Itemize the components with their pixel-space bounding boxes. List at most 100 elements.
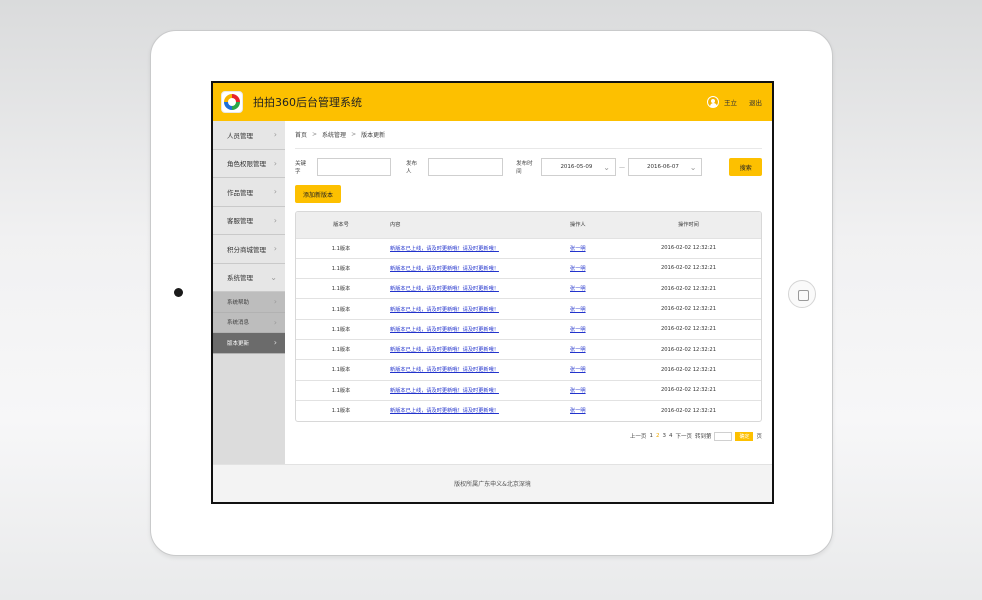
cell-version: 1.1版本 xyxy=(331,326,351,333)
content-link[interactable]: 新版本已上线，请及时更新哦！请及时更新哦！ xyxy=(390,307,499,313)
filter-bar: 关键字 发布人 发布时间 2016-05-09 ⌄ — 2016-06-07 ⌄… xyxy=(295,158,762,176)
page-link-3[interactable]: 3 xyxy=(662,433,666,439)
content-link[interactable]: 新版本已上线，请及时更新哦！请及时更新哦！ xyxy=(390,266,499,272)
copyright-text: 版权所属广东申义&北京深境 xyxy=(454,481,531,488)
table-row: 1.1版本 新版本已上线，请及时更新哦！请及时更新哦！ 张一明 2016-02-… xyxy=(296,319,761,339)
cell-version: 1.1版本 xyxy=(331,408,351,415)
operator-link[interactable]: 张一明 xyxy=(570,246,586,252)
sidebar-item-roles[interactable]: 角色权限管理 › xyxy=(213,149,285,178)
add-version-button[interactable]: 添加新版本 xyxy=(295,185,341,203)
publisher-input[interactable] xyxy=(428,158,504,176)
content-link[interactable]: 新版本已上线，请及时更新哦！请及时更新哦！ xyxy=(390,388,499,394)
top-bar: 拍拍360后台管理系统 王立 退出 xyxy=(213,83,772,121)
chevron-right-icon: › xyxy=(273,297,277,307)
publish-date-label: 发布时间 xyxy=(516,161,533,175)
goto-confirm-button[interactable]: 确定 xyxy=(735,431,754,441)
table-row: 1.1版本 新版本已上线，请及时更新哦！请及时更新哦！ 张一明 2016-02-… xyxy=(296,339,761,359)
next-page-link[interactable]: 下一页 xyxy=(675,432,692,440)
date-from-value: 2016-05-09 xyxy=(560,164,593,170)
content-link[interactable]: 新版本已上线，请及时更新哦！请及时更新哦！ xyxy=(390,367,499,373)
cell-version: 1.1版本 xyxy=(331,265,351,272)
user-avatar-icon[interactable] xyxy=(707,96,719,108)
tablet-home-button[interactable] xyxy=(788,280,816,308)
page-link-4[interactable]: 4 xyxy=(669,433,673,439)
cell-time: 2016-02-02 12:32:21 xyxy=(660,346,717,353)
cell-time: 2016-02-02 12:32:21 xyxy=(660,265,717,272)
column-header-content: 内容 xyxy=(390,222,401,229)
content-link[interactable]: 新版本已上线，请及时更新哦！请及时更新哦！ xyxy=(390,327,499,333)
sidebar-subitem-messages[interactable]: 系统消息 › xyxy=(213,312,285,333)
prev-page-link[interactable]: 上一页 xyxy=(630,432,647,440)
cell-time: 2016-02-02 12:32:21 xyxy=(660,366,717,373)
cell-time: 2016-02-02 12:32:21 xyxy=(660,245,717,252)
breadcrumb-separator: > xyxy=(312,131,318,138)
operator-link[interactable]: 张一明 xyxy=(570,388,586,394)
chevron-right-icon: › xyxy=(273,130,277,140)
breadcrumb: 首页 > 系统管理 > 版本更新 xyxy=(295,121,762,149)
main-content: 首页 > 系统管理 > 版本更新 关键字 发布人 发布时间 2016-05-09… xyxy=(285,121,772,466)
chevron-down-icon: ⌄ xyxy=(689,162,697,172)
operator-link[interactable]: 张一明 xyxy=(570,307,586,313)
column-header-version: 版本号 xyxy=(333,222,349,229)
operator-link[interactable]: 张一明 xyxy=(570,347,586,353)
sidebar-subitem-help[interactable]: 系统帮助 › xyxy=(213,292,285,313)
chevron-right-icon: › xyxy=(273,187,277,197)
operator-link[interactable]: 张一明 xyxy=(570,367,586,373)
sidebar-item-label: 客服管理 xyxy=(227,217,253,226)
breadcrumb-system[interactable]: 系统管理 xyxy=(322,130,346,139)
table-row: 1.1版本 新版本已上线，请及时更新哦！请及时更新哦！ 张一明 2016-02-… xyxy=(296,359,761,380)
operator-link[interactable]: 张一明 xyxy=(570,327,586,333)
sidebar-subitem-version-update[interactable]: 版本更新 › xyxy=(213,333,285,354)
version-table: 版本号 内容 操作人 操作时间 1.1版本 新版本已上线，请及时更新哦！请及时更… xyxy=(295,211,762,422)
cell-version: 1.1版本 xyxy=(331,367,351,374)
sidebar-item-label: 作品管理 xyxy=(227,188,253,197)
sidebar-item-customer-service[interactable]: 客服管理 › xyxy=(213,206,285,235)
chevron-right-icon: › xyxy=(273,244,277,254)
goto-page-label: 转到第 xyxy=(694,434,712,441)
sidebar-item-system[interactable]: 系统管理 ⌄ xyxy=(213,263,285,292)
column-header-operator: 操作人 xyxy=(570,222,586,229)
goto-page-input[interactable] xyxy=(714,431,733,441)
search-button[interactable]: 搜索 xyxy=(729,158,762,176)
content-link[interactable]: 新版本已上线，请及时更新哦！请及时更新哦！ xyxy=(390,246,499,252)
table-header-row: 版本号 内容 操作人 操作时间 xyxy=(296,212,761,238)
app-logo[interactable] xyxy=(221,91,243,113)
page-link-1[interactable]: 1 xyxy=(649,433,653,439)
column-header-time: 操作时间 xyxy=(678,222,699,229)
table-row: 1.1版本 新版本已上线，请及时更新哦！请及时更新哦！ 张一明 2016-02-… xyxy=(296,238,761,258)
cell-time: 2016-02-02 12:32:21 xyxy=(660,387,717,394)
page-link-2[interactable]: 2 xyxy=(656,433,660,439)
date-from-select[interactable]: 2016-05-09 ⌄ xyxy=(541,158,616,176)
keyword-input[interactable] xyxy=(317,158,392,176)
chevron-right-icon: › xyxy=(273,317,277,327)
sidebar-item-works[interactable]: 作品管理 › xyxy=(213,178,285,207)
sidebar-item-points-mall[interactable]: 积分商城管理 › xyxy=(213,235,285,264)
breadcrumb-home[interactable]: 首页 xyxy=(295,130,307,139)
sidebar-item-label: 角色权限管理 xyxy=(227,160,266,169)
content-link[interactable]: 新版本已上线，请及时更新哦！请及时更新哦！ xyxy=(390,408,499,414)
date-to-value: 2016-06-07 xyxy=(646,164,679,170)
operator-link[interactable]: 张一明 xyxy=(570,408,586,414)
sidebar-item-personnel[interactable]: 人员管理 › xyxy=(213,121,285,150)
table-row: 1.1版本 新版本已上线，请及时更新哦！请及时更新哦！ 张一明 2016-02-… xyxy=(296,258,761,278)
cell-version: 1.1版本 xyxy=(331,347,351,354)
sidebar-subitem-label: 系统帮助 xyxy=(227,299,250,306)
breadcrumb-separator: > xyxy=(351,131,357,138)
content-link[interactable]: 新版本已上线，请及时更新哦！请及时更新哦！ xyxy=(390,286,499,292)
sidebar: 人员管理 › 角色权限管理 › 作品管理 › 客服管理 › 积分商城管理 › 系… xyxy=(213,121,285,466)
date-range-separator: — xyxy=(618,163,625,171)
content-link[interactable]: 新版本已上线，请及时更新哦！请及时更新哦！ xyxy=(390,347,499,353)
operator-link[interactable]: 张一明 xyxy=(570,286,586,292)
table-row: 1.1版本 新版本已上线，请及时更新哦！请及时更新哦！ 张一明 2016-02-… xyxy=(296,380,761,400)
date-to-select[interactable]: 2016-06-07 ⌄ xyxy=(627,158,703,176)
user-area: 王立 退出 xyxy=(707,83,762,121)
username[interactable]: 王立 xyxy=(724,97,737,107)
sidebar-subitem-label: 系统消息 xyxy=(227,320,250,327)
footer: 版权所属广东申义&北京深境 xyxy=(213,464,772,502)
table-row: 1.1版本 新版本已上线，请及时更新哦！请及时更新哦！ 张一明 2016-02-… xyxy=(296,278,761,299)
logout-link[interactable]: 退出 xyxy=(749,97,762,107)
table-row: 1.1版本 新版本已上线，请及时更新哦！请及时更新哦！ 张一明 2016-02-… xyxy=(296,400,761,420)
operator-link[interactable]: 张一明 xyxy=(570,266,586,272)
chevron-right-icon: › xyxy=(273,158,277,168)
logo-icon xyxy=(224,94,240,110)
